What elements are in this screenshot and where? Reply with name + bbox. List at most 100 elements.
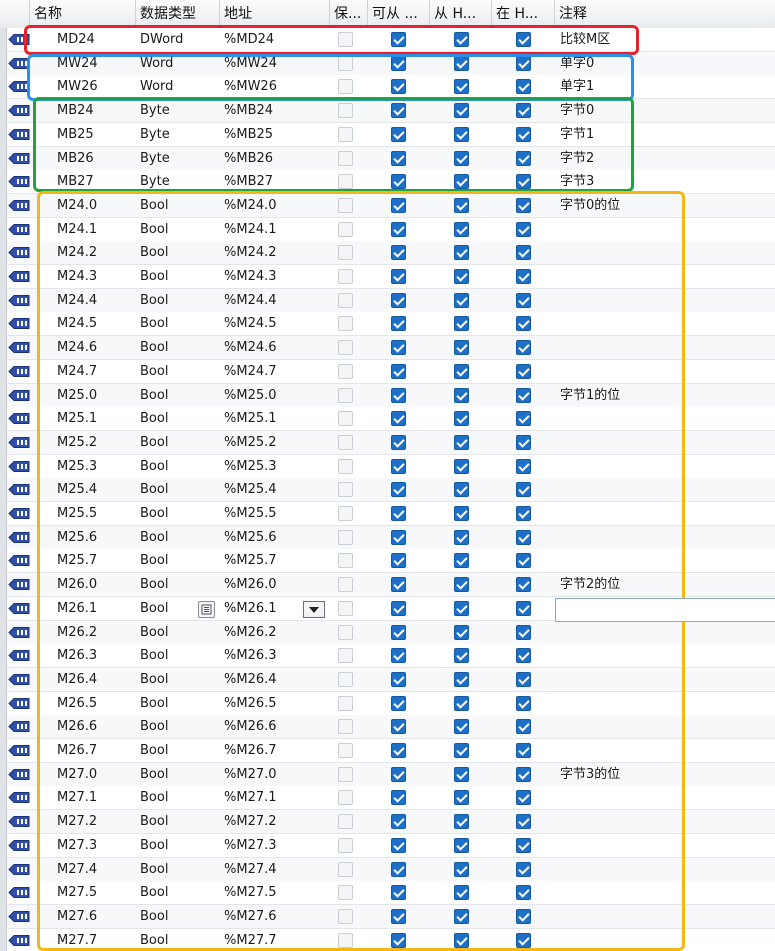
- tag-comment[interactable]: [560, 905, 760, 928]
- table-row[interactable]: M27.1 Bool %M27.1: [0, 786, 775, 811]
- writable-checkbox[interactable]: [454, 79, 469, 95]
- table-row[interactable]: M24.6 Bool %M24.6: [0, 336, 775, 361]
- visible-checkbox[interactable]: [516, 624, 531, 640]
- row-selector[interactable]: [0, 146, 7, 170]
- tag-data-type[interactable]: Bool: [140, 810, 200, 833]
- writable-checkbox[interactable]: [454, 245, 469, 261]
- writable-checkbox[interactable]: [454, 932, 469, 948]
- chevron-down-icon[interactable]: [303, 601, 325, 618]
- tag-address[interactable]: %MB24: [224, 99, 304, 122]
- tag-address[interactable]: %M24.0: [224, 194, 304, 217]
- writable-checkbox[interactable]: [454, 150, 469, 166]
- accessible-checkbox[interactable]: [391, 837, 406, 853]
- tag-data-type[interactable]: Bool: [140, 241, 200, 264]
- tag-address[interactable]: %MB27: [224, 170, 304, 193]
- table-row[interactable]: M25.6 Bool %M25.6: [0, 525, 775, 550]
- table-row[interactable]: M25.0 Bool %M25.0 字节1的位: [0, 383, 775, 408]
- tag-address[interactable]: %M26.6: [224, 715, 304, 738]
- tag-comment[interactable]: 比较M区: [560, 28, 760, 51]
- accessible-checkbox[interactable]: [391, 695, 406, 711]
- row-selector[interactable]: [0, 620, 7, 644]
- accessible-checkbox[interactable]: [391, 932, 406, 948]
- tag-name[interactable]: M24.1: [57, 218, 135, 241]
- visible-checkbox[interactable]: [516, 55, 531, 71]
- table-row[interactable]: MW26 Word %MW26 单字1: [0, 75, 775, 100]
- tag-name[interactable]: M24.6: [57, 336, 135, 359]
- retain-checkbox[interactable]: [338, 174, 353, 190]
- visible-checkbox[interactable]: [516, 32, 531, 47]
- visible-checkbox[interactable]: [516, 316, 531, 332]
- accessible-checkbox[interactable]: [391, 648, 406, 664]
- accessible-checkbox[interactable]: [391, 814, 406, 830]
- accessible-checkbox[interactable]: [391, 434, 406, 450]
- retain-checkbox[interactable]: [338, 553, 353, 569]
- row-selector[interactable]: [0, 644, 7, 668]
- accessible-checkbox[interactable]: [391, 174, 406, 190]
- row-selector[interactable]: [0, 99, 7, 123]
- visible-checkbox[interactable]: [516, 861, 531, 877]
- visible-checkbox[interactable]: [516, 340, 531, 356]
- tag-name[interactable]: M26.6: [57, 715, 135, 738]
- accessible-checkbox[interactable]: [391, 885, 406, 901]
- tag-address[interactable]: %M27.7: [224, 929, 304, 951]
- tag-data-type[interactable]: Bool: [140, 739, 200, 762]
- tag-name[interactable]: MB27: [57, 170, 135, 193]
- row-selector[interactable]: [0, 786, 7, 810]
- retain-checkbox[interactable]: [338, 126, 353, 142]
- accessible-checkbox[interactable]: [391, 908, 406, 924]
- retain-checkbox[interactable]: [338, 814, 353, 830]
- tag-comment[interactable]: [560, 360, 760, 383]
- writable-checkbox[interactable]: [454, 695, 469, 711]
- tag-data-type[interactable]: Word: [140, 52, 200, 75]
- retain-checkbox[interactable]: [338, 411, 353, 427]
- row-selector[interactable]: [0, 193, 7, 217]
- retain-checkbox[interactable]: [338, 32, 353, 47]
- tag-name[interactable]: M24.3: [57, 265, 135, 288]
- tag-name[interactable]: MD24: [57, 28, 135, 51]
- tag-data-type[interactable]: Bool: [140, 289, 200, 312]
- table-row[interactable]: M25.7 Bool %M25.7: [0, 549, 775, 574]
- tag-data-type[interactable]: Bool: [140, 360, 200, 383]
- row-selector[interactable]: [0, 241, 7, 265]
- row-selector[interactable]: [0, 857, 7, 881]
- col-header-address[interactable]: 地址: [220, 0, 330, 28]
- retain-checkbox[interactable]: [338, 624, 353, 640]
- row-selector[interactable]: [0, 881, 7, 905]
- tag-data-type[interactable]: Bool: [140, 336, 200, 359]
- tag-name[interactable]: M25.1: [57, 407, 135, 430]
- row-selector[interactable]: [0, 265, 7, 288]
- accessible-checkbox[interactable]: [391, 790, 406, 806]
- accessible-checkbox[interactable]: [391, 79, 406, 95]
- retain-checkbox[interactable]: [338, 908, 353, 924]
- accessible-checkbox[interactable]: [391, 743, 406, 758]
- table-row[interactable]: MW24 Word %MW24 单字0: [0, 51, 775, 76]
- row-selector[interactable]: [0, 430, 7, 454]
- tag-data-type[interactable]: Bool: [140, 881, 200, 904]
- col-header-writable[interactable]: 从 H...: [430, 0, 492, 28]
- tag-comment[interactable]: [560, 621, 760, 644]
- table-row[interactable]: M25.4 Bool %M25.4: [0, 478, 775, 503]
- accessible-checkbox[interactable]: [391, 577, 406, 593]
- retain-checkbox[interactable]: [338, 103, 353, 119]
- accessible-checkbox[interactable]: [391, 506, 406, 521]
- visible-checkbox[interactable]: [516, 671, 531, 687]
- tag-data-type[interactable]: Bool: [140, 786, 200, 809]
- retain-checkbox[interactable]: [338, 292, 353, 308]
- accessible-checkbox[interactable]: [391, 55, 406, 71]
- writable-checkbox[interactable]: [454, 32, 469, 47]
- writable-checkbox[interactable]: [454, 387, 469, 403]
- tag-name[interactable]: M25.4: [57, 478, 135, 501]
- tag-comment[interactable]: [560, 715, 760, 738]
- row-selector[interactable]: [0, 312, 7, 336]
- table-row[interactable]: M25.5 Bool %M25.5: [0, 502, 775, 526]
- tag-address[interactable]: %M27.6: [224, 905, 304, 928]
- tag-name[interactable]: M27.3: [57, 834, 135, 857]
- writable-checkbox[interactable]: [454, 434, 469, 450]
- retain-checkbox[interactable]: [338, 458, 353, 474]
- accessible-checkbox[interactable]: [391, 221, 406, 237]
- retain-checkbox[interactable]: [338, 506, 353, 521]
- tag-address[interactable]: %M26.1: [224, 597, 304, 620]
- visible-checkbox[interactable]: [516, 814, 531, 830]
- row-selector[interactable]: [0, 810, 7, 834]
- row-selector[interactable]: [0, 454, 7, 478]
